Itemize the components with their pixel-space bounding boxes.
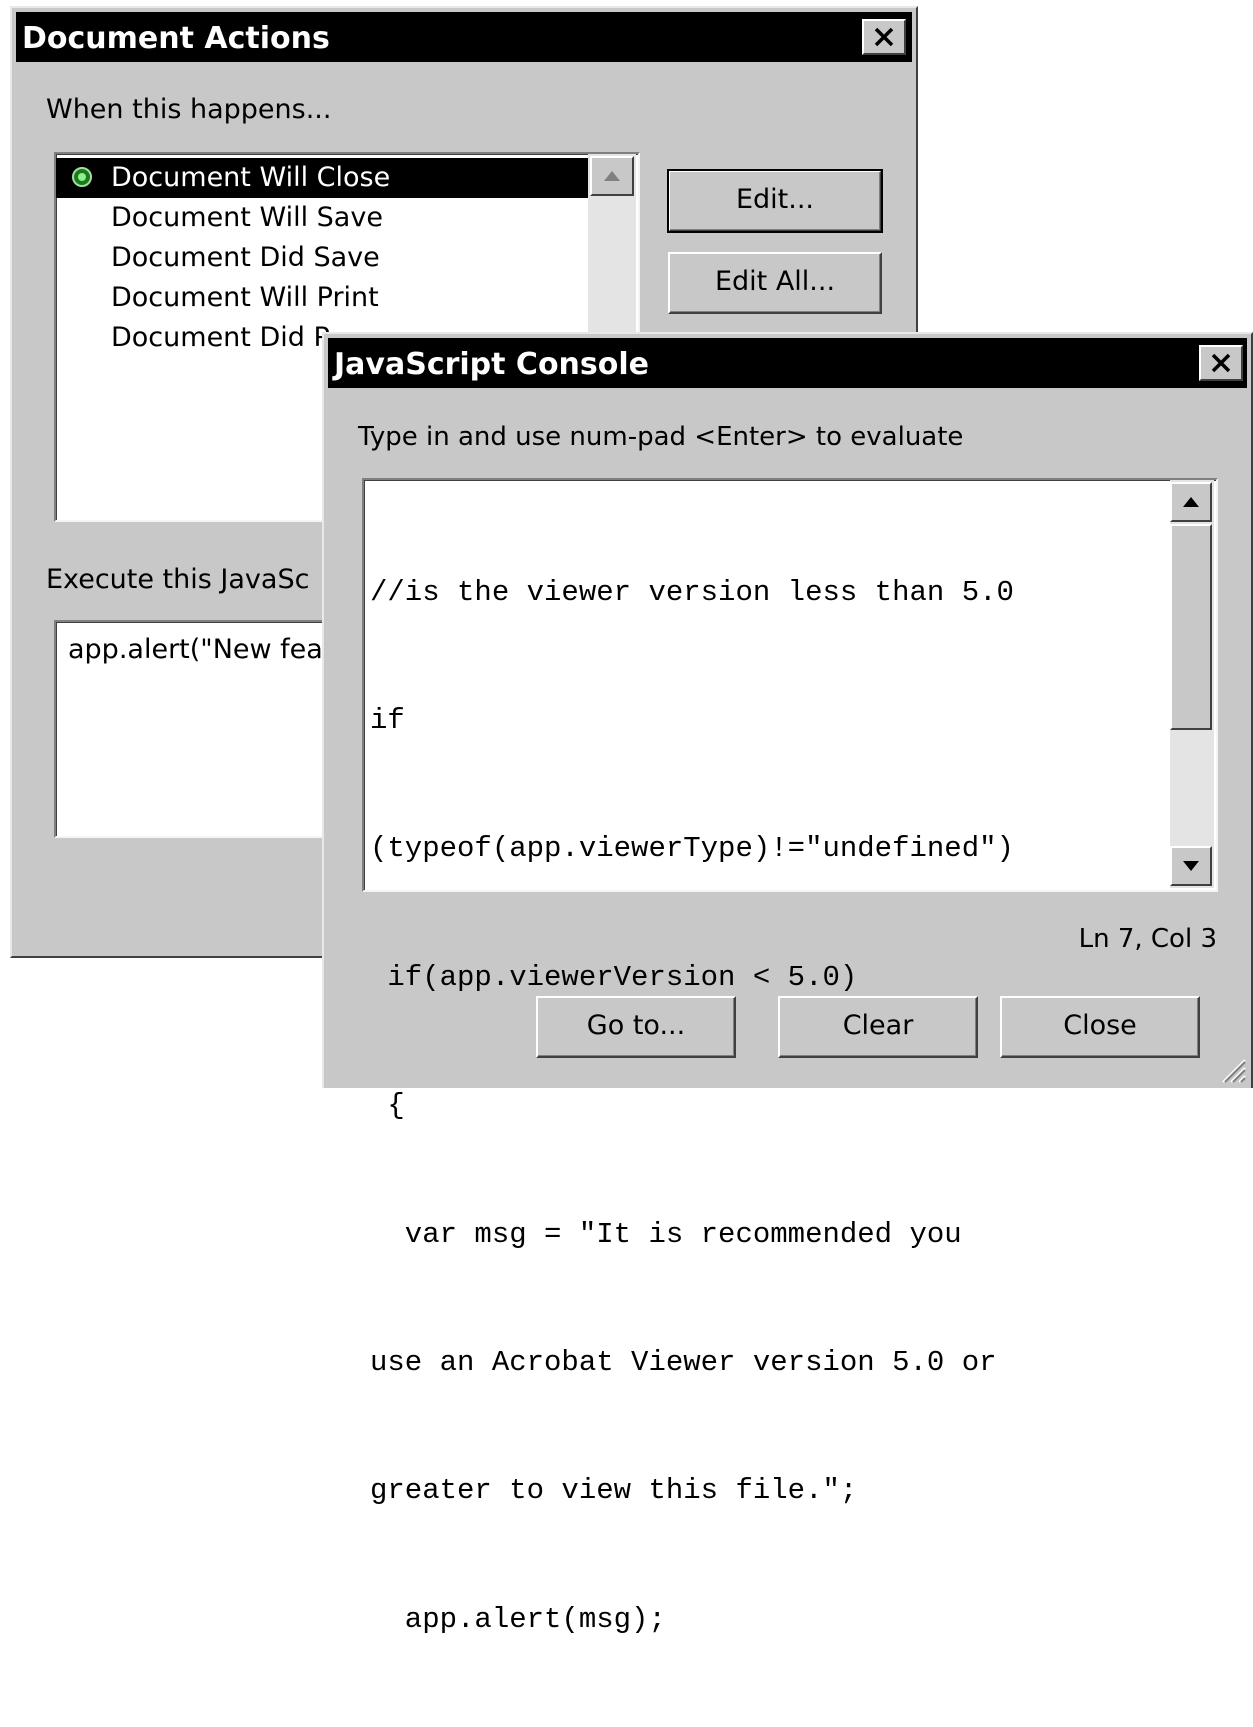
scroll-up-button[interactable] (1170, 482, 1212, 522)
cursor-position-status: Ln 7, Col 3 (1078, 924, 1217, 954)
close-icon (1211, 353, 1231, 373)
code-line: if (370, 703, 405, 737)
code-line: { (370, 1089, 405, 1123)
js-console-close-x-button[interactable] (1199, 345, 1243, 381)
code-line: //is the viewer version less than 5.0 (370, 575, 1014, 609)
arrow-up-icon (604, 171, 620, 181)
close-icon (874, 27, 894, 47)
code-line: use an Acrobat Viewer version 5.0 or (370, 1345, 997, 1379)
code-line: var msg = "It is recommended you (370, 1217, 962, 1251)
script-preview-text: app.alert("New fea (68, 634, 323, 665)
go-to-button[interactable]: Go to... (536, 996, 736, 1058)
code-line: app.alert(msg); (370, 1602, 666, 1636)
active-indicator-icon (72, 167, 92, 187)
console-scrollbar[interactable] (1170, 480, 1214, 888)
close-button[interactable]: Close (1000, 996, 1200, 1058)
event-item-will-save[interactable]: Document Will Save (56, 198, 588, 238)
event-item-label: Document Will Print (111, 282, 379, 313)
console-editor[interactable]: //is the viewer version less than 5.0 if… (362, 478, 1218, 1636)
document-actions-title: Document Actions (22, 21, 330, 56)
event-item-label: Document Will Close (111, 162, 391, 193)
console-code[interactable]: //is the viewer version less than 5.0 if… (370, 486, 1166, 1727)
console-instruction: Type in and use num-pad <Enter> to evalu… (358, 422, 964, 452)
event-item-label: Document Will Save (111, 202, 383, 233)
go-to-button-label: Go to... (586, 1010, 686, 1041)
scroll-thumb[interactable] (1170, 524, 1212, 730)
arrow-down-icon (1183, 861, 1199, 871)
execute-script-label: Execute this JavaSc (46, 564, 310, 595)
scroll-up-button[interactable] (590, 156, 634, 196)
arrow-up-icon (1183, 497, 1199, 507)
scroll-down-button[interactable] (1170, 846, 1212, 886)
document-actions-titlebar[interactable]: Document Actions (16, 12, 912, 62)
document-actions-close-button[interactable] (862, 19, 906, 55)
event-item-label: Document Did P (111, 322, 330, 353)
edit-all-button-label: Edit All... (714, 266, 836, 297)
code-line: if(app.viewerVersion < 5.0) (370, 960, 858, 994)
clear-button-label: Clear (842, 1010, 914, 1041)
code-line: greater to view this file."; (370, 1474, 858, 1508)
resize-grip-icon[interactable] (1217, 1054, 1247, 1084)
event-item-will-print[interactable]: Document Will Print (56, 278, 588, 318)
event-item-did-save[interactable]: Document Did Save (56, 238, 588, 278)
edit-all-button[interactable]: Edit All... (668, 252, 882, 314)
js-console-title: JavaScript Console (334, 347, 650, 382)
clear-button[interactable]: Clear (778, 996, 978, 1058)
edit-button-label: Edit... (735, 184, 815, 215)
event-item-label: Document Did Save (111, 242, 380, 273)
code-line: (typeof(app.viewerType)!="undefined") (370, 832, 1014, 866)
when-this-happens-label: When this happens... (46, 94, 332, 125)
javascript-console-dialog: JavaScript Console Type in and use num-p… (322, 332, 1253, 1636)
event-item-will-close[interactable]: Document Will Close (56, 158, 588, 198)
js-console-titlebar[interactable]: JavaScript Console (328, 338, 1247, 388)
close-button-label: Close (1063, 1010, 1137, 1041)
edit-button[interactable]: Edit... (667, 169, 883, 233)
